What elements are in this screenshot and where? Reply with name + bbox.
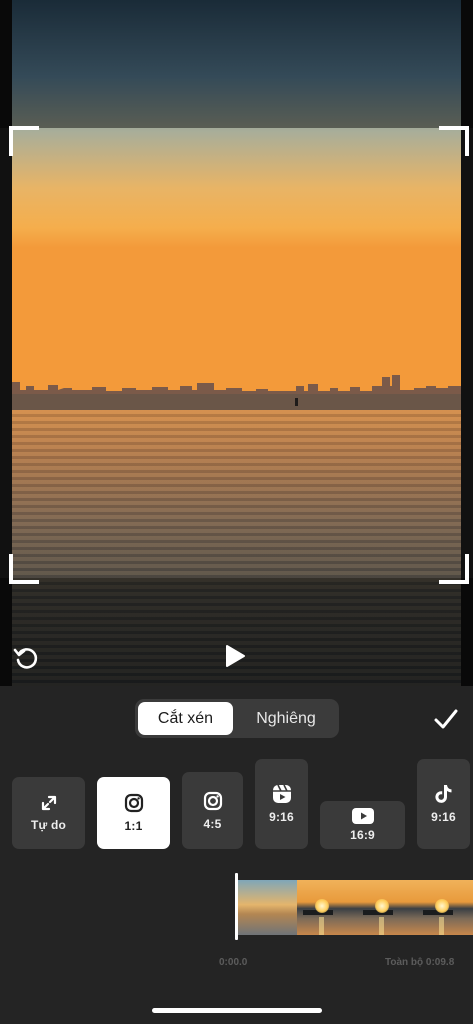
ratio-label: 4:5	[203, 816, 222, 831]
ratio-4-5-button[interactable]: 4:5	[182, 772, 243, 849]
tab-crop[interactable]: Cắt xén	[138, 702, 233, 735]
timeline-thumbnail	[237, 880, 297, 935]
crop-handle-top-left[interactable]	[9, 126, 39, 156]
reset-icon[interactable]	[12, 644, 40, 672]
mode-segmented-control: Cắt xén Nghiêng	[135, 699, 339, 738]
expand-icon	[40, 794, 58, 812]
youtube-icon	[351, 808, 374, 824]
timeline-thumbnail	[297, 880, 357, 935]
ratio-1-1-button[interactable]: 1:1	[97, 777, 170, 849]
play-icon[interactable]	[221, 642, 249, 670]
ratio-free-button[interactable]: Tự do	[12, 777, 85, 849]
ratio-label: Tự do	[30, 818, 66, 832]
tab-tilt[interactable]: Nghiêng	[236, 702, 336, 735]
timeline-playhead[interactable]	[235, 873, 238, 940]
ratio-16-9-button[interactable]: 16:9	[320, 801, 405, 849]
ratio-9-16-reels-button[interactable]: 9:16	[255, 759, 308, 849]
ratio-9-16-tiktok-button[interactable]: 9:16	[417, 759, 470, 849]
city-skyline	[12, 375, 461, 410]
home-indicator[interactable]	[152, 1008, 322, 1013]
video-preview[interactable]	[0, 0, 473, 686]
instagram-icon	[203, 791, 223, 811]
ratio-label: 9:16	[431, 810, 456, 824]
timeline-thumbnail	[417, 880, 473, 935]
total-duration: Toàn bộ 0:09.8	[385, 957, 455, 968]
crop-mask-top	[0, 0, 473, 128]
reels-icon	[272, 784, 292, 804]
tiktok-icon	[434, 784, 453, 804]
checkmark-icon[interactable]	[430, 703, 462, 735]
current-time: 0:00.0	[219, 957, 248, 968]
instagram-icon	[124, 793, 144, 813]
timeline-thumbnail	[357, 880, 417, 935]
ratio-label: 9:16	[269, 810, 294, 824]
timeline-thumbnail-strip[interactable]	[237, 880, 473, 935]
crop-handle-bottom-left[interactable]	[9, 554, 39, 584]
crop-handle-bottom-right[interactable]	[439, 554, 469, 584]
crop-handle-top-right[interactable]	[439, 126, 469, 156]
ratio-label: 1:1	[124, 819, 143, 833]
ratio-label: 16:9	[350, 828, 375, 842]
